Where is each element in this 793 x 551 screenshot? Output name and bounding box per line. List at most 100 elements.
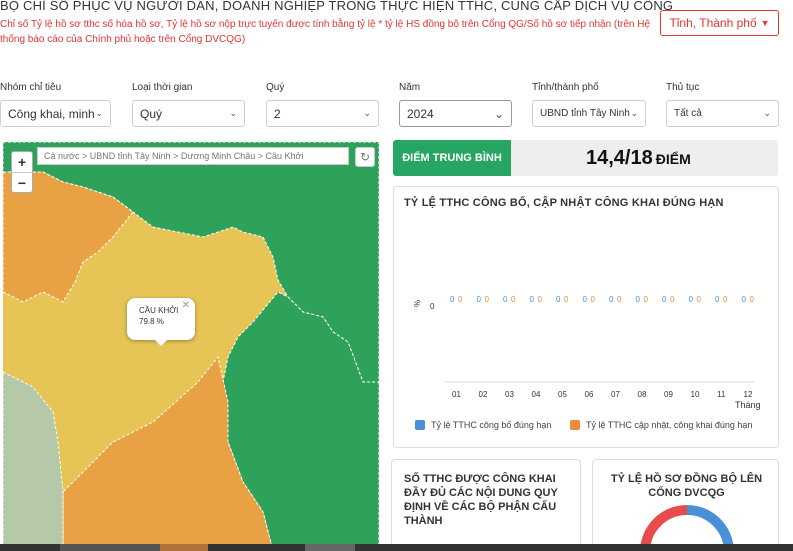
zoom-out-button[interactable]: − — [12, 172, 32, 192]
filter-time-type-value: Quý — [140, 106, 163, 121]
data-label-updated: 0 — [564, 295, 569, 304]
legend-item-2[interactable]: Tỷ lệ TTHC cập nhật, công khai đúng hạn — [570, 420, 752, 430]
sync-rate-card: TỶ LỆ HỒ SƠ ĐỒNG BỘ LÊN CỔNG DVCQG — [592, 459, 779, 551]
province-button-label: Tỉnh, Thành phố — [669, 16, 757, 30]
data-label-updated: 0 — [538, 295, 543, 304]
map-breadcrumb[interactable]: Cả nước > UBND tỉnh Tây Ninh > Dương Min… — [37, 147, 349, 165]
caret-down-icon: ▼ — [760, 18, 770, 28]
average-score-value-wrap: 14,4/18 ĐIỂM — [586, 147, 691, 170]
x-tick-label: 03 — [505, 390, 514, 399]
filter-procedure-value: Tất cả — [674, 108, 702, 119]
filter-procedure: Thủ tục Tất cả ⌄ — [666, 82, 779, 127]
refresh-icon[interactable]: ↻ — [355, 147, 375, 167]
data-label-published: 0 — [636, 295, 641, 304]
x-tick-label: 01 — [452, 390, 461, 399]
page-subtitle: Chỉ số Tỷ lệ hồ sơ tthc số hóa hồ sơ, Tỷ… — [0, 19, 651, 45]
chart-card: TỶ LỆ TTHC CÔNG BỐ, CẬP NHẬT CÔNG KHAI Đ… — [393, 186, 779, 448]
x-tick-label: 07 — [611, 390, 620, 399]
map-regions — [3, 142, 379, 551]
data-label-updated: 0 — [617, 295, 622, 304]
x-axis-label: Tháng — [735, 400, 761, 410]
page-title: BỘ CHỈ SỐ PHỤC VỤ NGƯỜI DÂN, DOANH NGHIỆ… — [0, 0, 674, 13]
x-tick-label: 11 — [717, 390, 726, 399]
average-score-label: ĐIỂM TRUNG BÌNH — [393, 140, 511, 176]
bottom-bar-segment — [60, 544, 160, 551]
x-tick-label: 02 — [479, 390, 488, 399]
legend-item-1[interactable]: Tỷ lệ TTHC công bố đúng hạn — [415, 420, 551, 430]
filter-time-type-label: Loại thời gian — [132, 82, 193, 93]
data-label-updated: 0 — [670, 295, 675, 304]
y-axis-label: % — [413, 300, 422, 307]
x-tick-label: 04 — [532, 390, 541, 399]
close-icon[interactable]: ✕ — [182, 300, 190, 311]
data-label-published: 0 — [689, 295, 694, 304]
filter-group-value: Công khai, minh — [8, 106, 95, 121]
data-label-updated: 0 — [723, 295, 728, 304]
data-label-published: 0 — [503, 295, 508, 304]
filter-year: Năm 2024 ⌄ — [399, 82, 512, 127]
published-procedures-card: SỐ TTHC ĐƯỢC CÔNG KHAI ĐẦY ĐỦ CÁC NỘI DU… — [391, 459, 581, 551]
x-tick-label: 12 — [744, 390, 753, 399]
legend-label-2: Tỷ lệ TTHC cập nhật, công khai đúng hạn — [586, 420, 753, 430]
chevron-down-icon: ⌄ — [763, 108, 771, 118]
data-label-updated: 0 — [458, 295, 463, 304]
bottom-bar-segment — [305, 544, 355, 551]
filter-quarter-select[interactable]: 2 ⌄ — [266, 100, 379, 127]
map-region-southwest[interactable] — [3, 371, 64, 551]
filter-province-value: UBND tỉnh Tây Ninh — [540, 108, 630, 119]
filter-procedure-select[interactable]: Tất cả ⌄ — [666, 100, 779, 127]
legend-label-1: Tỷ lệ TTHC công bố đúng hạn — [431, 420, 552, 430]
chevron-down-icon: ⌄ — [493, 106, 504, 121]
donut-chart — [640, 505, 734, 551]
data-label-published: 0 — [662, 295, 667, 304]
data-label-updated: 0 — [750, 295, 755, 304]
filter-province-select[interactable]: UBND tỉnh Tây Ninh ⌄ — [532, 100, 646, 127]
x-tick-label: 08 — [638, 390, 647, 399]
data-label-updated: 0 — [485, 295, 490, 304]
chevron-down-icon: ⌄ — [229, 108, 237, 118]
legend-swatch-blue — [415, 420, 425, 430]
filter-group-label: Nhóm chỉ tiêu — [0, 82, 62, 93]
chart-svg: % 0 Tháng 0 0010 0020 0030 0040 0050 0060 0070 0… — [413, 295, 761, 410]
chevron-down-icon: ⌄ — [95, 108, 103, 118]
filter-quarter-value: 2 — [274, 106, 281, 121]
x-tick-label: 10 — [691, 390, 700, 399]
filter-time-type: Loại thời gian Quý ⌄ — [132, 82, 245, 127]
data-label-published: 0 — [609, 295, 614, 304]
data-label-published: 0 — [715, 295, 720, 304]
filter-province: Tỉnh/thành phố UBND tỉnh Tây Ninh ⌄ — [532, 82, 646, 127]
region-map[interactable]: + − Cả nước > UBND tỉnh Tây Ninh > Dương… — [3, 142, 379, 551]
chevron-down-icon: ⌄ — [630, 108, 638, 118]
average-score-panel: ĐIỂM TRUNG BÌNH 14,4/18 ĐIỂM — [393, 140, 778, 176]
filter-group-select[interactable]: Công khai, minh ⌄ — [0, 100, 111, 127]
data-label-published: 0 — [530, 295, 535, 304]
data-label-updated: 0 — [511, 295, 516, 304]
data-label-updated: 0 — [697, 295, 702, 304]
filter-time-type-select[interactable]: Quý ⌄ — [132, 100, 245, 127]
filter-procedure-label: Thủ tục — [666, 82, 700, 93]
average-score-unit: ĐIỂM — [655, 151, 691, 167]
map-zoom-control: + − — [11, 151, 33, 193]
filter-quarter: Quý 2 ⌄ — [266, 82, 379, 127]
popup-region-value: 79.8 % — [139, 317, 164, 326]
data-label-published: 0 — [477, 295, 482, 304]
data-label-published: 0 — [583, 295, 588, 304]
filter-province-label: Tỉnh/thành phố — [532, 82, 599, 93]
y-tick-label: 0 — [430, 302, 435, 311]
x-tick-label: 09 — [664, 390, 673, 399]
data-label-updated: 0 — [644, 295, 649, 304]
map-popup: ✕ CẦU KHỞI 79.8 % — [127, 298, 195, 346]
province-dropdown-button[interactable]: Tỉnh, Thành phố ▼ — [660, 10, 779, 36]
filter-year-label: Năm — [399, 82, 421, 93]
data-label-published: 0 — [556, 295, 561, 304]
filter-year-select[interactable]: 2024 ⌄ — [399, 100, 512, 127]
zoom-in-button[interactable]: + — [12, 152, 32, 172]
data-label-updated: 0 — [591, 295, 596, 304]
data-label-published: 0 — [450, 295, 455, 304]
filter-group: Nhóm chỉ tiêu Công khai, minh ⌄ — [0, 82, 111, 127]
data-label-published: 0 — [742, 295, 747, 304]
x-tick-label: 06 — [585, 390, 594, 399]
bottom-bar-segment — [160, 544, 208, 551]
bottom-bar — [0, 544, 793, 551]
average-score-value: 14,4/18 — [586, 147, 653, 169]
